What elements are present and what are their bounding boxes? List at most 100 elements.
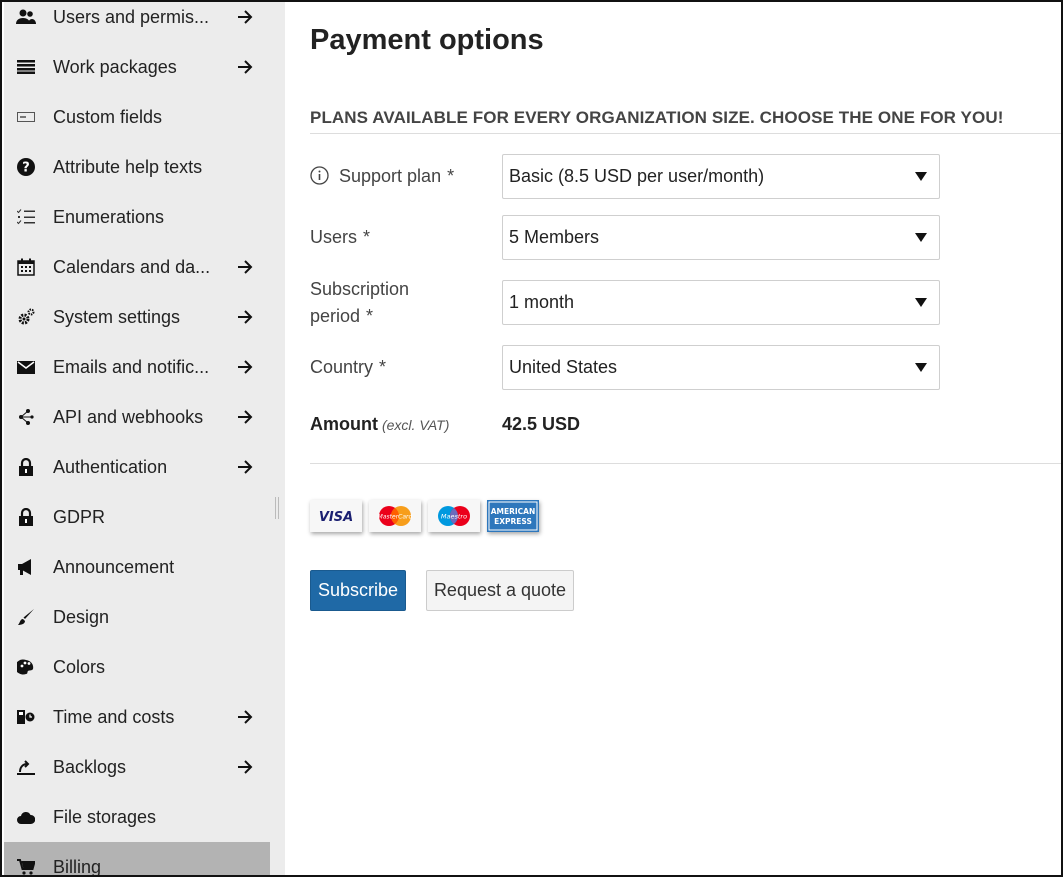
- subscribe-button[interactable]: Subscribe: [310, 570, 406, 611]
- arrow-right-icon[interactable]: [234, 6, 256, 28]
- sidebar-item-label: GDPR: [53, 506, 106, 527]
- time-costs-icon: [16, 707, 36, 727]
- caret-down-icon: [915, 363, 927, 372]
- sidebar-item-label: Work packages: [53, 56, 177, 77]
- country-label: Country *: [310, 354, 386, 381]
- sidebar-item-system-settings[interactable]: System settings: [4, 292, 270, 342]
- select-value: Basic (8.5 USD per user/month): [509, 166, 765, 186]
- visa-card-text: VISA: [319, 510, 353, 525]
- users-label: Users *: [310, 224, 370, 251]
- sidebar-item-enumerations[interactable]: Enumerations: [4, 192, 270, 242]
- sidebar-item-label: Enumerations: [53, 206, 165, 227]
- sidebar-item-label: API and webhooks: [53, 406, 204, 427]
- sidebar-item-label: Emails and notific...: [53, 356, 210, 377]
- sidebar-item-billing[interactable]: Billing: [4, 842, 270, 877]
- calendar-icon: [16, 257, 36, 277]
- sidebar-item-label: Backlogs: [53, 756, 127, 777]
- sidebar-item-label: Colors: [53, 656, 106, 677]
- field-label-text: Users: [310, 227, 358, 247]
- lock-icon: [16, 507, 36, 527]
- users-icon: [16, 7, 36, 27]
- sidebar-item-emails-and-notifications[interactable]: Emails and notific...: [4, 342, 270, 392]
- amount-value: 42.5 USD: [502, 414, 581, 434]
- sidebar-item-users-and-permissions[interactable]: Users and permis...: [4, 2, 270, 42]
- users-select[interactable]: 5 Members: [502, 215, 940, 260]
- field-label-text: Subscription: [310, 279, 410, 299]
- amex-icon: AMERICAN EXPRESS AMERICAN EXPRESS: [487, 500, 539, 532]
- sidebar-item-colors[interactable]: Colors: [4, 642, 270, 692]
- mail-icon: [16, 357, 36, 377]
- arrow-right-icon[interactable]: [234, 306, 256, 328]
- amount-note: (excl. VAT): [381, 417, 450, 433]
- required-marker: *: [379, 357, 387, 377]
- help-icon: ?: [16, 157, 36, 177]
- info-icon[interactable]: [310, 166, 329, 193]
- sidebar-item-label: Attribute help texts: [53, 156, 203, 177]
- visa-card-icon: VISA: [310, 500, 362, 532]
- subscription-period-select[interactable]: 1 month: [502, 280, 940, 325]
- svg-text:AMERICAN: AMERICAN: [491, 507, 536, 516]
- divider: [310, 133, 1061, 134]
- amount-label-text: Amount: [310, 414, 378, 434]
- amex-text: AMERICAN EXPRESS: [508, 529, 519, 532]
- select-value: United States: [509, 357, 618, 377]
- sidebar-item-authentication[interactable]: Authentication: [4, 442, 270, 492]
- sidebar-item-time-and-costs[interactable]: Time and costs: [4, 692, 270, 742]
- page-title: Payment options: [310, 24, 544, 56]
- required-marker: *: [363, 227, 371, 247]
- field-label-text: Country: [310, 357, 374, 377]
- sidebar-item-label: Authentication: [53, 456, 168, 477]
- sidebar-item-label: Billing: [53, 856, 102, 877]
- sidebar-item-gdpr[interactable]: GDPR: [4, 492, 270, 542]
- arrow-right-icon[interactable]: [234, 356, 256, 378]
- sidebar-item-design[interactable]: Design: [4, 592, 270, 642]
- plans-heading: PLANS AVAILABLE FOR EVERY ORGANIZATION S…: [310, 108, 1004, 127]
- support-plan-label: Support plan *: [310, 163, 454, 193]
- arrow-right-icon[interactable]: [234, 756, 256, 778]
- app-window: Users and permis... Work packages Custom…: [0, 0, 1063, 877]
- sidebar-item-label: Announcement: [53, 556, 175, 577]
- required-marker: *: [366, 306, 374, 326]
- arrow-right-icon[interactable]: [234, 456, 256, 478]
- sidebar-item-api-and-webhooks[interactable]: API and webhooks: [4, 392, 270, 442]
- sidebar-item-announcement[interactable]: Announcement: [4, 542, 270, 592]
- sidebar-item-backlogs[interactable]: Backlogs: [4, 742, 270, 792]
- arrow-right-icon[interactable]: [234, 256, 256, 278]
- sidebar-item-calendars-and-dates[interactable]: Calendars and da...: [4, 242, 270, 292]
- svg-text:?: ?: [22, 161, 30, 176]
- sidebar-item-attribute-help-texts[interactable]: ? Attribute help texts: [4, 142, 270, 192]
- sidebar-item-label: System settings: [53, 306, 181, 327]
- megaphone-icon: [16, 557, 36, 577]
- maestro-text: Maestro: [441, 513, 467, 521]
- mastercard-icon: MasterCard: [369, 500, 421, 532]
- required-marker: *: [447, 166, 455, 186]
- main-content: Payment options PLANS AVAILABLE FOR EVER…: [285, 2, 1061, 875]
- arrow-right-icon[interactable]: [234, 56, 256, 78]
- arrow-right-icon[interactable]: [234, 706, 256, 728]
- admin-sidebar: Users and permis... Work packages Custom…: [4, 2, 285, 877]
- country-select[interactable]: United States: [502, 345, 940, 390]
- sidebar-item-work-packages[interactable]: Work packages: [4, 42, 270, 92]
- support-plan-select[interactable]: Basic (8.5 USD per user/month): [502, 154, 940, 199]
- custom-field-icon: [16, 107, 36, 127]
- sidebar-item-label: Calendars and da...: [53, 256, 211, 277]
- caret-down-icon: [915, 172, 927, 181]
- list-icon: [16, 57, 36, 77]
- backlogs-icon: [16, 757, 36, 777]
- svg-text:EXPRESS: EXPRESS: [494, 517, 532, 526]
- sidebar-resize-handle[interactable]: [275, 497, 279, 519]
- palette-icon: [16, 657, 36, 677]
- arrow-right-icon[interactable]: [234, 406, 256, 428]
- field-label-text: Support plan: [339, 166, 442, 186]
- mastercard-text: MasterCard: [378, 514, 413, 521]
- sidebar-item-label: File storages: [53, 806, 157, 827]
- sidebar-item-file-storages[interactable]: File storages: [4, 792, 270, 842]
- cloud-icon: [16, 807, 36, 827]
- request-quote-button[interactable]: Request a quote: [426, 570, 574, 611]
- settings-icon: [16, 307, 36, 327]
- sidebar-item-label: Time and costs: [53, 706, 175, 727]
- lock-icon: [16, 457, 36, 477]
- sidebar-item-custom-fields[interactable]: Custom fields: [4, 92, 270, 142]
- select-value: 1 month: [509, 292, 575, 312]
- sidebar-item-label: Custom fields: [53, 106, 163, 127]
